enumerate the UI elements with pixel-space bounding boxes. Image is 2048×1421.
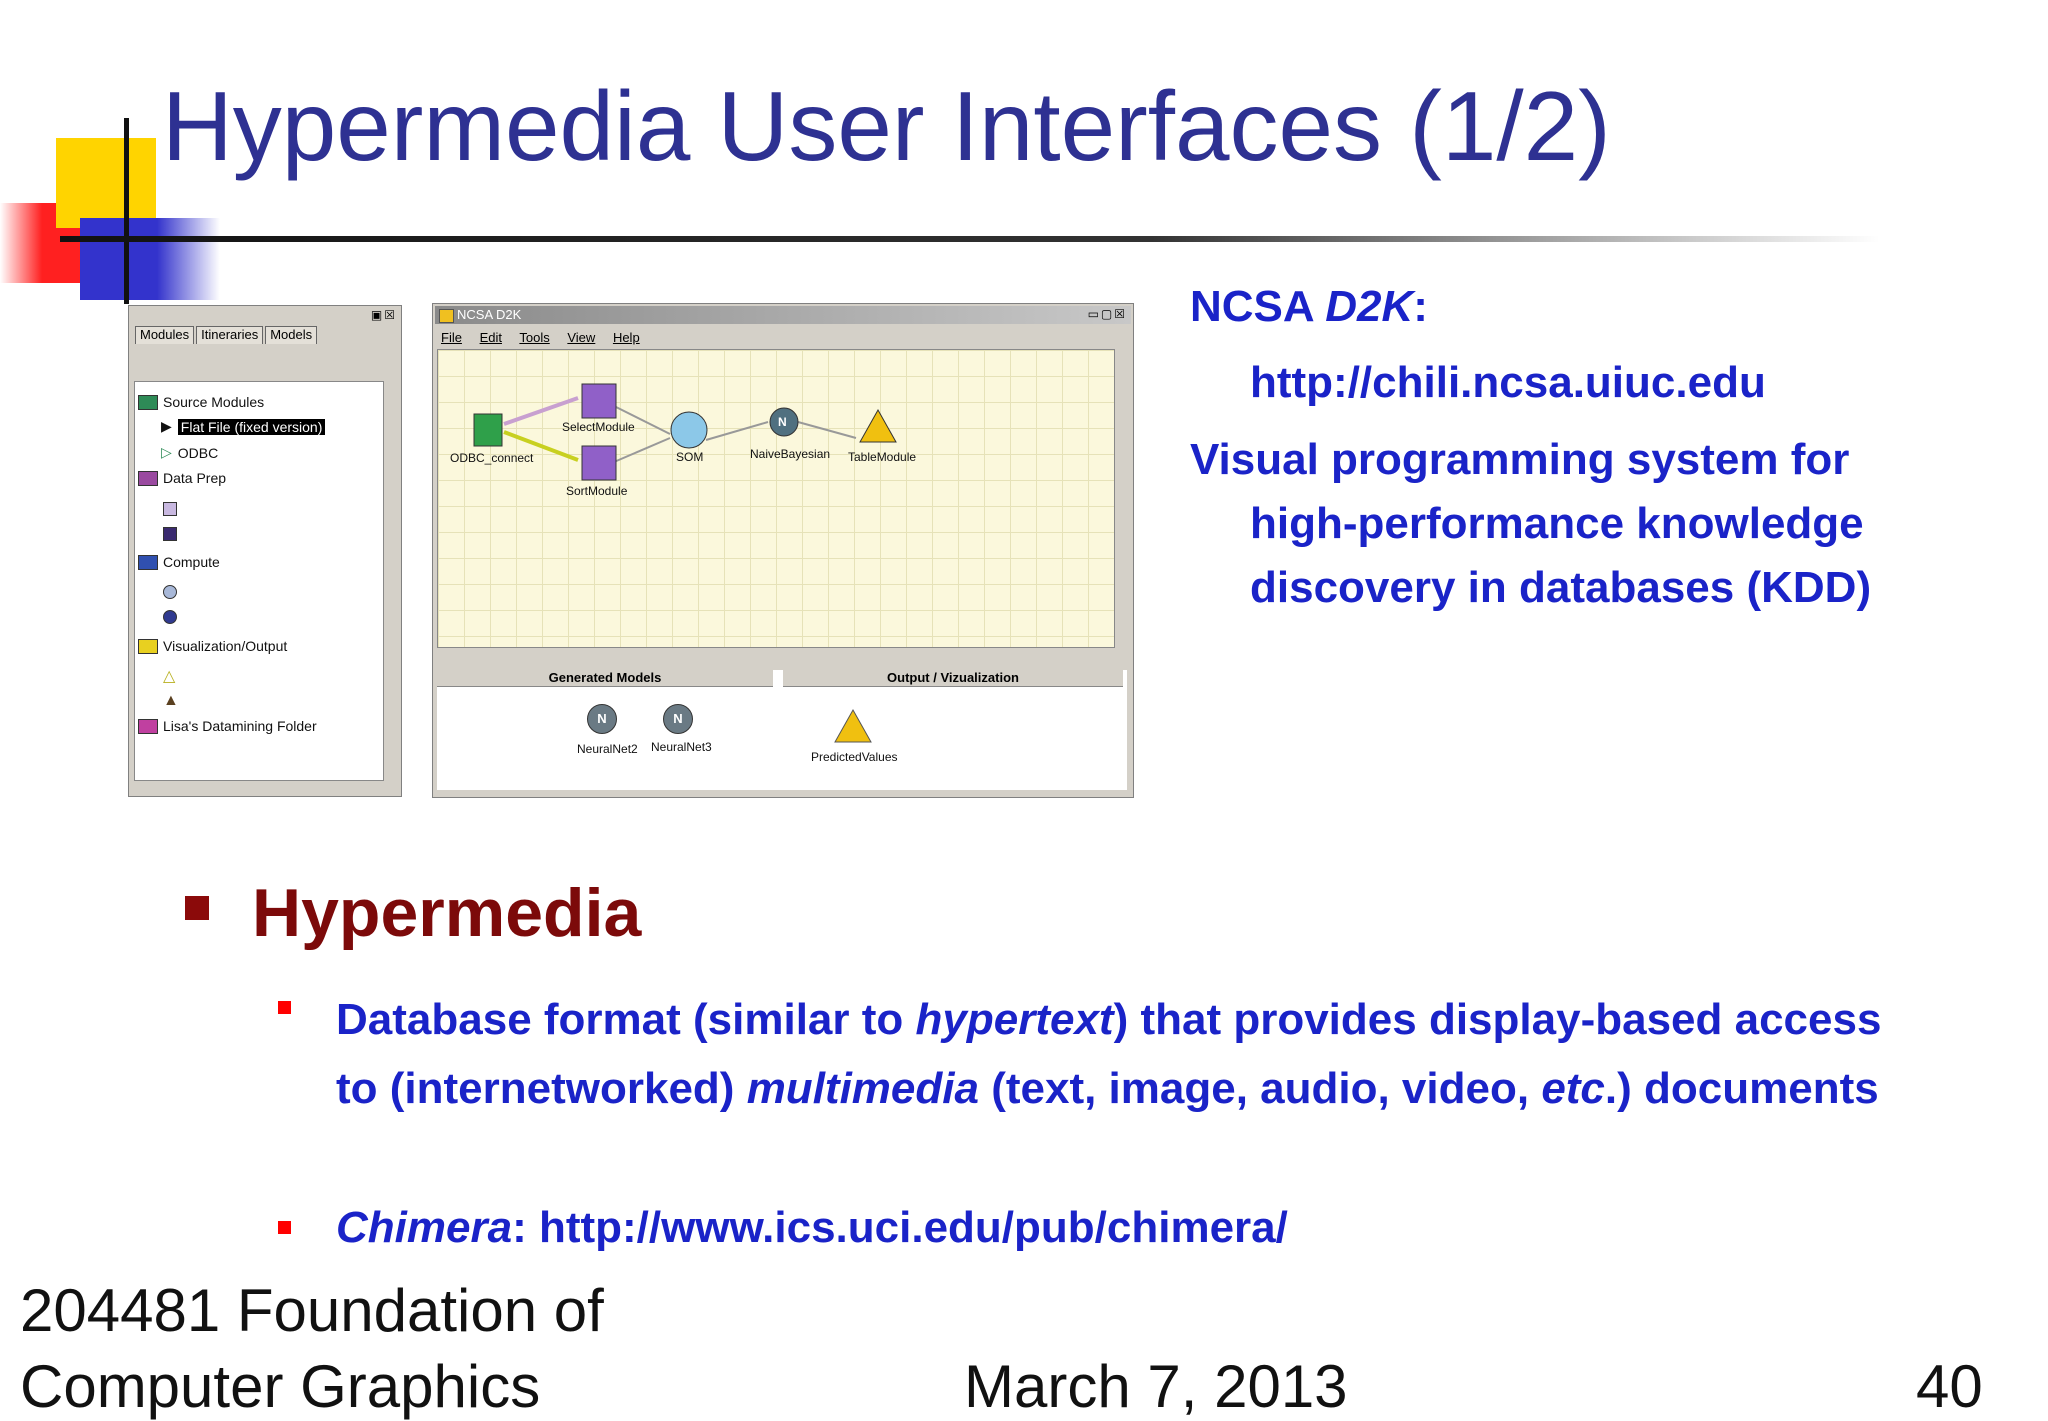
play-outline-icon: ▷ [161, 444, 172, 460]
module-graph [473, 383, 897, 481]
som-module-icon[interactable] [670, 411, 708, 449]
folder-icon [138, 470, 158, 486]
triangle-icon: △ [163, 668, 176, 685]
chimera-line: Chimera: http://www.ics.uci.edu/pub/chim… [336, 1203, 1288, 1252]
square-icon [163, 527, 177, 541]
model-label: NeuralNet2 [577, 742, 638, 756]
node-glyph: N [778, 415, 787, 429]
play-icon: ▶ [161, 418, 172, 434]
model-label: NeuralNet3 [651, 740, 712, 754]
decor-yellow-block [56, 138, 156, 228]
neuralnet-icon[interactable]: N [663, 704, 693, 734]
module-label: SOM [676, 450, 704, 464]
decor-blue-block [80, 218, 220, 300]
tab-modules[interactable]: Modules [135, 326, 195, 344]
menu-help[interactable]: Help [613, 330, 640, 345]
tree-item[interactable]: Visualization/Output [138, 638, 287, 654]
folder-icon [138, 554, 158, 570]
circle-icon [163, 585, 177, 599]
hypermedia-heading: Hypermedia [252, 875, 642, 951]
d2k-lower-panels: Generated Models Output / Vizualization … [437, 670, 1127, 790]
table-module-icon[interactable] [859, 408, 897, 443]
d2k-canvas: N ODBC_connect SelectModule SortModule S… [437, 349, 1115, 648]
connection-line [705, 421, 769, 441]
output-label: PredictedValues [811, 750, 898, 764]
tree-item[interactable]: ▶ Flat File (fixed version) [161, 418, 326, 435]
chimera-link[interactable]: http://www.ics.uci.edu/pub/chimera/ [539, 1203, 1288, 1252]
menu-file[interactable]: File [441, 330, 462, 345]
side-description-line2: high-performance knowledge [1250, 499, 1864, 548]
tree-tabs: Modules Itineraries Models [135, 326, 395, 344]
page-number: 40 [1916, 1353, 1983, 1420]
tab-itineraries[interactable]: Itineraries [196, 326, 264, 344]
side-description-line3: discovery in databases (KDD) [1250, 563, 1872, 612]
module-tree-screenshot: ▣☒ Modules Itineraries Models Source Mod… [128, 305, 402, 797]
tree-item[interactable]: ▷ ODBC [161, 444, 218, 461]
module-label: SortModule [566, 484, 628, 498]
select-module-icon[interactable] [581, 383, 617, 419]
square-icon [163, 502, 177, 516]
folder-icon [138, 718, 158, 734]
neuralnet-icon[interactable]: N [587, 704, 617, 734]
output-header: Output / Vizualization [783, 670, 1123, 687]
circle-icon [163, 610, 177, 624]
output-triangle-icon[interactable] [833, 708, 873, 744]
tree-window-controls: ▣☒ [370, 308, 397, 322]
footer-course-line1: 204481 Foundation of [20, 1277, 604, 1344]
d2k-window-controls: ▭▢☒ [1087, 307, 1127, 321]
tree-item[interactable]: Lisa's Datamining Folder [138, 718, 317, 734]
ncsa-link[interactable]: http://chili.ncsa.uiuc.edu [1250, 358, 1766, 408]
menu-edit[interactable]: Edit [480, 330, 502, 345]
sub-bullet [278, 1001, 291, 1014]
tree-item[interactable]: Data Prep [138, 470, 226, 486]
footer-course-line2: Computer Graphics [20, 1353, 541, 1420]
bullet-square [185, 896, 209, 920]
sort-module-icon[interactable] [581, 445, 617, 481]
module-label: NaiveBayesian [750, 447, 831, 461]
menu-view[interactable]: View [567, 330, 595, 345]
side-description-line1: Visual programming system for [1190, 435, 1850, 484]
d2k-title-bar: NCSA D2K [435, 306, 1131, 324]
d2k-screenshot: NCSA D2K ▭▢☒ File Edit Tools View Help N… [432, 303, 1134, 798]
module-label: ODBC_connect [450, 451, 534, 465]
menu-tools[interactable]: Tools [519, 330, 549, 345]
ncsa-d2k-heading: NCSA D2K: [1190, 282, 1428, 331]
module-label: TableModule [848, 450, 917, 464]
folder-icon [138, 638, 158, 654]
footer-date: March 7, 2013 [964, 1353, 1348, 1420]
tree-item[interactable]: Source Modules [138, 394, 264, 410]
triangle-icon: ▲ [163, 692, 179, 709]
d2k-menu-bar: File Edit Tools View Help [441, 330, 654, 345]
tab-models[interactable]: Models [265, 326, 318, 344]
module-label: SelectModule [562, 420, 635, 434]
generated-models-header: Generated Models [437, 670, 773, 687]
connection-line [613, 437, 671, 463]
odbc-module-icon[interactable] [473, 413, 503, 447]
title-rule [60, 236, 1880, 242]
decor-vertical-line [124, 118, 129, 304]
tree-item[interactable]: Compute [138, 554, 220, 570]
folder-icon [138, 394, 158, 410]
hypermedia-definition: Database format (similar to hypertext) t… [336, 995, 1882, 1113]
tree-pane: Source Modules ▶ Flat File (fixed version… [134, 381, 384, 781]
connection-line [797, 421, 857, 439]
sub-bullet [278, 1221, 291, 1234]
slide-title: Hypermedia User Interfaces (1/2) [162, 71, 1611, 181]
